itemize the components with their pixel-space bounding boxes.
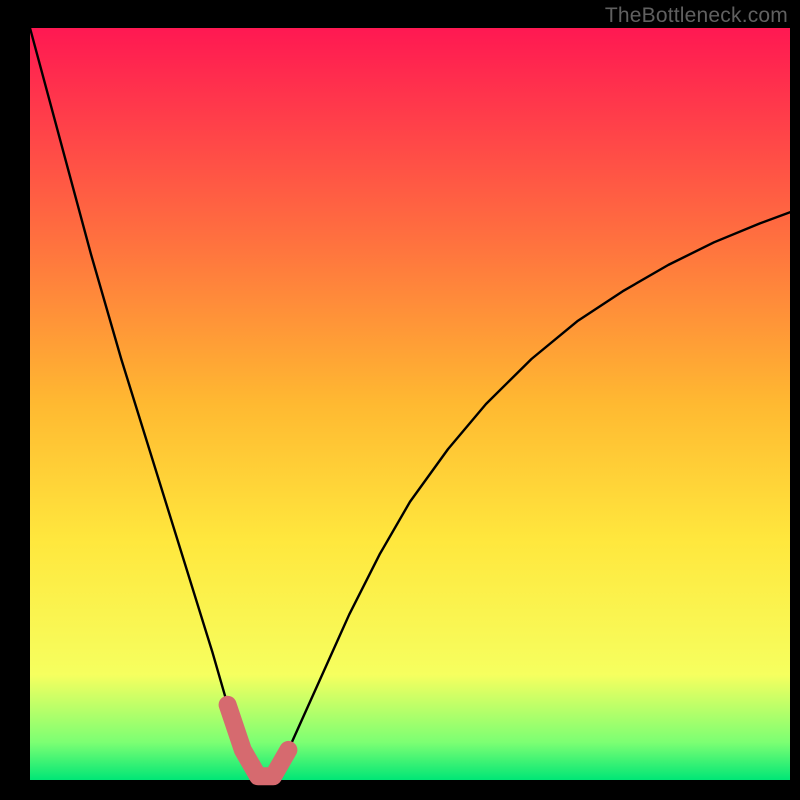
bottleneck-chart <box>0 0 800 800</box>
chart-stage: TheBottleneck.com <box>0 0 800 800</box>
plot-background <box>30 28 790 780</box>
watermark-text: TheBottleneck.com <box>605 4 788 28</box>
